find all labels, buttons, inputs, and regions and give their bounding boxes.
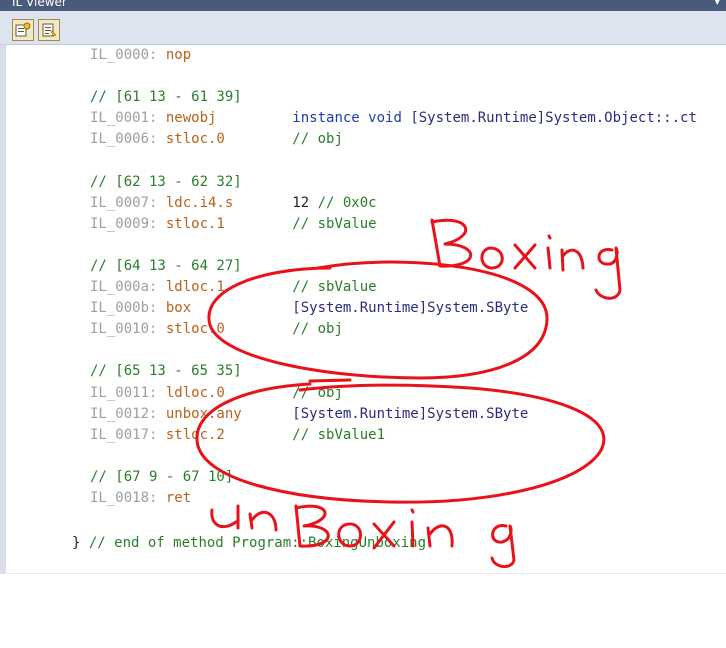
il-instruction: IL_0006: stloc.0 // obj [90, 129, 697, 150]
il-label: IL_0000: [90, 47, 166, 63]
il-instruction: IL_0001: newobj instance void [System.Ru… [90, 108, 697, 129]
il-opcode: ldc.i4.s [165, 194, 293, 211]
il-opcode: ret [165, 489, 293, 506]
source-location-comment: // [62 13 - 62 32] [90, 173, 242, 190]
pin-icon[interactable]: ▾ [714, 0, 720, 8]
il-operand: 12 [292, 194, 318, 211]
il-label: IL_000b: [90, 300, 166, 317]
toolbar [0, 11, 726, 45]
il-instruction: IL_000b: box [System.Runtime]System.SByt… [90, 298, 697, 319]
il-label: IL_0007: [90, 194, 166, 211]
window-title: IL Viewer [12, 0, 67, 9]
il-label: IL_0006: [90, 131, 166, 148]
source-location-comment: // [65 13 - 65 35] [90, 363, 242, 380]
source-location-comment: // [67 9 - 67 10] [90, 468, 234, 485]
il-label: IL_0012: [90, 405, 166, 422]
il-opcode: box [165, 300, 293, 317]
il-instruction: IL_0000: nop [90, 45, 697, 66]
il-label: IL_0011: [90, 384, 166, 401]
il-comment: // sbValue [292, 279, 377, 296]
il-opcode: stloc.2 [165, 426, 293, 443]
il-label: IL_0018: [90, 489, 166, 506]
editor-bottom-border [0, 573, 726, 574]
il-comment: // sbValue [292, 215, 377, 232]
code-editor[interactable]: IL_0000: nop // [61 13 - 61 39] IL_0001: … [0, 45, 726, 573]
il-instruction: IL_0007: ldc.i4.s 12 // 0x0c [90, 193, 697, 214]
il-viewer-window: IL Viewer ▾ IL_0000: nop // [61 13 - 61 … [0, 0, 726, 648]
il-instruction: IL_000a: ldloc.1 // sbValue [90, 277, 697, 298]
il-comment: // 0x0c [317, 194, 377, 211]
il-label: IL_0009: [90, 215, 166, 232]
il-label: IL_0001: [90, 110, 166, 127]
il-operand: [System.Runtime]System.Object::.ct [410, 110, 697, 127]
source-location-comment: // [64 13 - 64 27] [90, 257, 242, 274]
il-instruction: IL_0018: ret [90, 488, 697, 509]
il-comment: // sbValue1 [292, 426, 386, 443]
il-operand: [System.Runtime]System.SByte [292, 300, 529, 317]
il-opcode: newobj [165, 110, 293, 127]
view-il-icon[interactable] [12, 19, 34, 41]
il-opcode: unbox.any [165, 405, 293, 422]
il-opcode: nop [165, 47, 293, 63]
il-keyword: instance void [292, 110, 411, 127]
il-operand: [System.Runtime]System.SByte [292, 405, 529, 422]
il-code: IL_0000: nop // [61 13 - 61 39] IL_0001: … [90, 45, 697, 509]
il-opcode: ldloc.1 [165, 279, 293, 296]
il-label: IL_0017: [90, 426, 166, 443]
il-comment: // obj [292, 384, 343, 401]
il-label: IL_000a: [90, 279, 166, 296]
il-opcode: ldloc.0 [165, 384, 293, 401]
view-decompiled-icon[interactable] [38, 19, 60, 41]
il-instruction: IL_0017: stloc.2 // sbValue1 [90, 425, 697, 446]
il-opcode: stloc.1 [165, 215, 293, 232]
title-bar: IL Viewer ▾ [0, 0, 726, 11]
il-instruction: IL_0011: ldloc.0 // obj [90, 383, 697, 404]
source-location-comment: // [61 13 - 61 39] [90, 89, 242, 106]
il-comment: // obj [292, 131, 343, 148]
il-instruction: IL_0012: unbox.any [System.Runtime]Syste… [90, 404, 697, 425]
end-of-method: } // end of method Program::BoxingUnboxi… [72, 535, 427, 551]
il-label: IL_0010: [90, 321, 166, 338]
il-opcode: stloc.0 [165, 321, 293, 338]
il-opcode: stloc.0 [165, 131, 293, 148]
il-instruction: IL_0009: stloc.1 // sbValue [90, 214, 697, 235]
il-comment: // obj [292, 321, 343, 338]
il-instruction: IL_0010: stloc.0 // obj [90, 319, 697, 340]
